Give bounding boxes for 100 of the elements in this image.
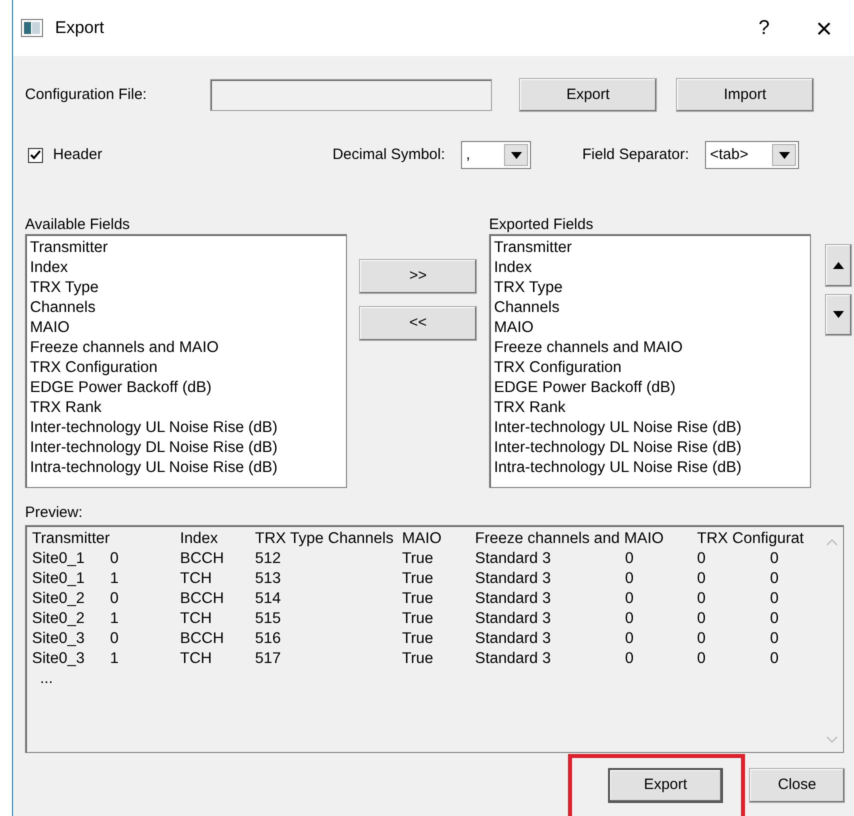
down-arrow-icon [833, 311, 844, 318]
preview-cell-text: 0 [625, 649, 635, 669]
exported-field-item[interactable]: Intra-technology UL Noise Rise (dB) [494, 458, 806, 478]
preview-cell-text: 0 [625, 629, 635, 649]
available-field-item[interactable]: Transmitter [30, 238, 342, 258]
close-button[interactable]: × [794, 8, 854, 48]
available-field-item[interactable]: Inter-technology UL Noise Rise (dB) [30, 418, 342, 438]
available-field-item[interactable]: Channels [30, 298, 342, 318]
preview-cell-text: 513 [255, 569, 282, 589]
exported-field-item[interactable]: EDGE Power Backoff (dB) [494, 378, 806, 398]
preview-cell-text: True [402, 629, 434, 649]
preview-cell-text: Site0_2 [32, 609, 86, 629]
preview-cell-text: Site0_3 [32, 649, 86, 669]
preview-cell-text: True [402, 589, 434, 609]
preview-cell-text: Standard 3 [475, 589, 552, 609]
close-button[interactable]: Close [749, 768, 845, 803]
preview-cell-text: TCH [180, 609, 213, 629]
available-fields-label: Available Fields [25, 215, 131, 234]
exported-field-item[interactable]: TRX Configuration [494, 358, 806, 378]
decimal-symbol-label: Decimal Symbol: [331, 144, 445, 165]
export-button[interactable]: Export [608, 768, 723, 803]
preview-cell-text: Standard 3 [475, 549, 552, 569]
field-separator-label: Field Separator: [581, 144, 689, 165]
preview-cell-text: 0 [110, 629, 120, 649]
preview-cell-text: 515 [255, 609, 282, 629]
exported-field-item[interactable]: Index [494, 258, 806, 278]
preview-column-header: Transmitter [32, 529, 111, 549]
preview-cell-text: Site0_3 [32, 629, 86, 649]
preview-cell-text: 1 [110, 609, 120, 629]
field-separator-dropdown[interactable]: <tab> [705, 141, 799, 169]
preview-cell-text: BCCH [180, 629, 225, 649]
available-field-item[interactable]: TRX Configuration [30, 358, 342, 378]
available-field-item[interactable]: MAIO [30, 318, 342, 338]
preview-cell-text: 0 [770, 589, 780, 609]
preview-cell-text: 0 [110, 589, 120, 609]
preview-cell-text: 0 [697, 649, 707, 669]
remove-fields-button[interactable]: << [359, 306, 477, 341]
preview-cell-text: BCCH [180, 589, 225, 609]
available-field-item[interactable]: Freeze channels and MAIO [30, 338, 342, 358]
checkbox-label: Header [53, 144, 104, 165]
configuration-file-field[interactable] [210, 79, 492, 111]
preview-label: Preview: [25, 503, 84, 523]
preview-cell-text: 1 [110, 569, 120, 589]
help-button[interactable]: ? [734, 8, 794, 48]
preview-cell-text: 0 [770, 569, 780, 589]
exported-field-item[interactable]: MAIO [494, 318, 806, 338]
preview-cell-text: 516 [255, 629, 282, 649]
down-arrow-icon [510, 152, 522, 158]
available-field-item[interactable]: EDGE Power Backoff (dB) [30, 378, 342, 398]
app-icon [21, 19, 43, 37]
decimal-symbol-dropdown[interactable]: , [461, 141, 531, 169]
preview-cell-text: Standard 3 [475, 569, 552, 589]
down-arrow-icon [778, 152, 790, 158]
available-field-item[interactable]: Intra-technology UL Noise Rise (dB) [30, 458, 342, 478]
exported-fields-label: Exported Fields [489, 215, 594, 234]
available-fields-list[interactable] [25, 234, 347, 488]
exported-field-item[interactable]: Transmitter [494, 238, 806, 258]
preview-column-header: Freeze channels and MAIO [475, 529, 665, 549]
available-field-item[interactable]: TRX Rank [30, 398, 342, 418]
preview-cell-text: True [402, 549, 434, 569]
preview-cell-text: BCCH [180, 549, 225, 569]
exported-field-item[interactable]: Inter-technology UL Noise Rise (dB) [494, 418, 806, 438]
preview-cell-text: 0 [770, 649, 780, 669]
export-config-button[interactable]: Export [519, 78, 657, 112]
preview-cell-text: 0 [625, 589, 635, 609]
preview-cell-text: 0 [110, 549, 120, 569]
header-checkbox[interactable] [28, 148, 43, 162]
exported-field-item[interactable]: TRX Rank [494, 398, 806, 418]
preview-cell-text: 0 [625, 609, 635, 629]
preview-column-header: Channels [328, 529, 394, 549]
import-button[interactable]: Import [676, 78, 814, 112]
preview-cell-text: 0 [625, 549, 635, 569]
preview-column-header: MAIO [402, 529, 443, 549]
preview-cell-text: Standard 3 [475, 609, 552, 629]
add-fields-button[interactable]: >> [359, 259, 477, 294]
preview-cell-text: True [402, 609, 434, 629]
available-field-item[interactable]: Inter-technology DL Noise Rise (dB) [30, 438, 342, 458]
preview-cell-text: TCH [180, 569, 213, 589]
preview-cell-text: Standard 3 [475, 649, 552, 669]
preview-cell-text: 0 [770, 549, 780, 569]
preview-cell-text: 0 [770, 629, 780, 649]
preview-column-header: TRX Type [255, 529, 325, 549]
exported-field-item[interactable]: TRX Type [494, 278, 806, 298]
exported-field-item[interactable]: Channels [494, 298, 806, 318]
preview-cell-text: True [402, 569, 434, 589]
preview-cell-text: Site0_1 [32, 569, 86, 589]
preview-cell-text: 0 [770, 609, 780, 629]
preview-cell-text: 0 [697, 549, 707, 569]
exported-field-item[interactable]: Inter-technology DL Noise Rise (dB) [494, 438, 806, 458]
exported-field-item[interactable]: Freeze channels and MAIO [494, 338, 806, 358]
preview-cell-text: 0 [625, 569, 635, 589]
move-up-button[interactable] [825, 244, 852, 287]
preview-cell-text: TCH [180, 649, 213, 669]
available-field-item[interactable]: Index [30, 258, 342, 278]
preview-cell-text: 512 [255, 549, 282, 569]
field-label: Configuration File: [25, 84, 148, 105]
available-field-item[interactable]: TRX Type [30, 278, 342, 298]
exported-fields-list[interactable] [489, 234, 811, 488]
move-down-button[interactable] [825, 294, 852, 336]
preview-cell-text: 1 [110, 649, 120, 669]
